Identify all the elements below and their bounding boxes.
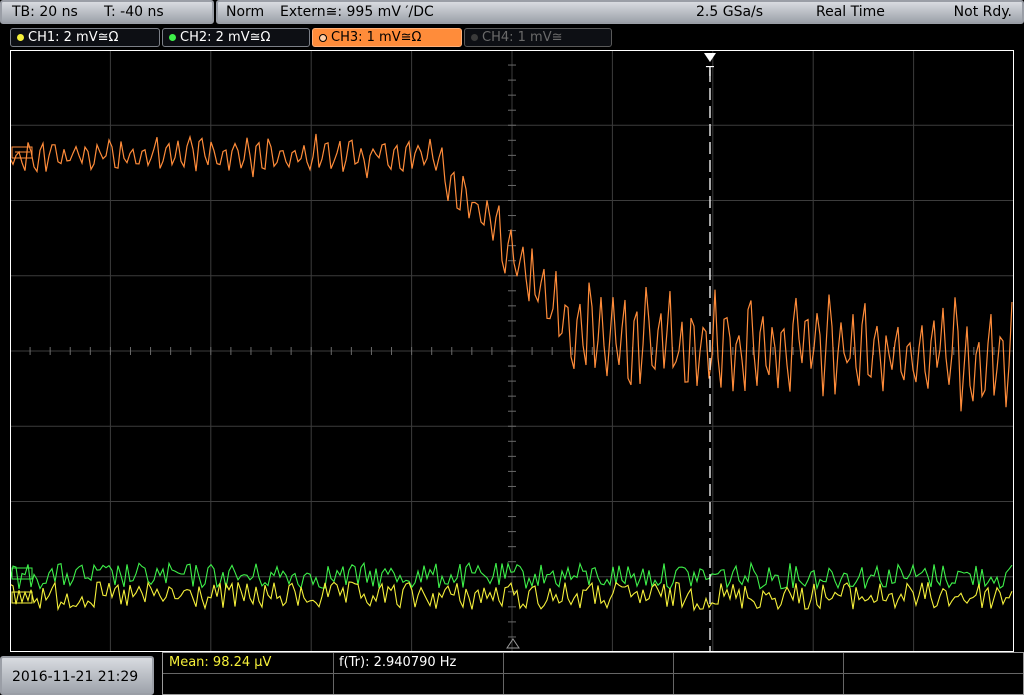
timebase-box[interactable]: TB: 20 ns T: -40 ns	[0, 0, 214, 24]
ch1-label: CH1: 2 mV≅Ω	[28, 30, 119, 45]
measurement-panel[interactable]: Mean: 98.24 µV f(Tr): 2.940790 Hz	[162, 652, 1024, 695]
frequency-measurement: f(Tr): 2.940790 Hz	[339, 655, 457, 670]
trigger-mode: Norm	[226, 4, 265, 20]
channel-tab-ch4[interactable]: CH4: 1 mV≅	[464, 28, 612, 47]
acquisition-mode: Real Time	[816, 4, 885, 20]
sample-rate: 2.5 GSa/s	[696, 4, 764, 20]
measurement-divider	[843, 653, 844, 694]
graticule	[10, 50, 1014, 652]
channel-tab-ch2[interactable]: CH2: 2 mV≅Ω	[162, 28, 310, 47]
trigger-marker: T	[705, 65, 714, 80]
datetime-label: 2016-11-21 21:29	[12, 669, 139, 685]
offset-label: T: -40 ns	[104, 4, 164, 20]
channel-tab-ch3[interactable]: CH3: 1 mV≅Ω	[312, 28, 462, 47]
center-marker-icon	[506, 638, 520, 649]
trigger-source: Extern≅: 995 mV ′/DC	[280, 4, 434, 20]
acquisition-bar[interactable]: Norm Extern≅: 995 mV ′/DC 2.5 GSa/s Real…	[216, 0, 1024, 24]
ch3-offset-marker-icon[interactable]	[11, 146, 33, 159]
ch4-dot-icon	[471, 34, 478, 41]
ch1-trace	[10, 580, 1013, 612]
timebase-label: TB: 20 ns	[12, 4, 78, 20]
mean-measurement: Mean: 98.24 µV	[169, 655, 272, 670]
ch2-label: CH2: 2 mV≅Ω	[180, 30, 271, 45]
trigger-arrow-icon[interactable]	[704, 53, 716, 62]
measurement-divider	[673, 653, 674, 694]
channel-tab-ch1[interactable]: CH1: 2 mV≅Ω	[10, 28, 160, 47]
status-label: Not Rdy.	[953, 4, 1012, 20]
datetime-box: 2016-11-21 21:29	[0, 656, 154, 695]
ch3-trace	[10, 133, 1013, 412]
waveform-display[interactable]: T	[10, 50, 1014, 652]
ch3-dot-icon	[319, 33, 327, 42]
ch2-dot-icon	[169, 34, 176, 41]
ch1-dot-icon	[17, 34, 24, 41]
measurement-divider	[163, 673, 1023, 674]
measurement-divider	[333, 653, 334, 694]
ch4-label: CH4: 1 mV≅	[482, 30, 563, 45]
measurement-divider	[503, 653, 504, 694]
ch3-label: CH3: 1 mV≅Ω	[331, 30, 422, 45]
